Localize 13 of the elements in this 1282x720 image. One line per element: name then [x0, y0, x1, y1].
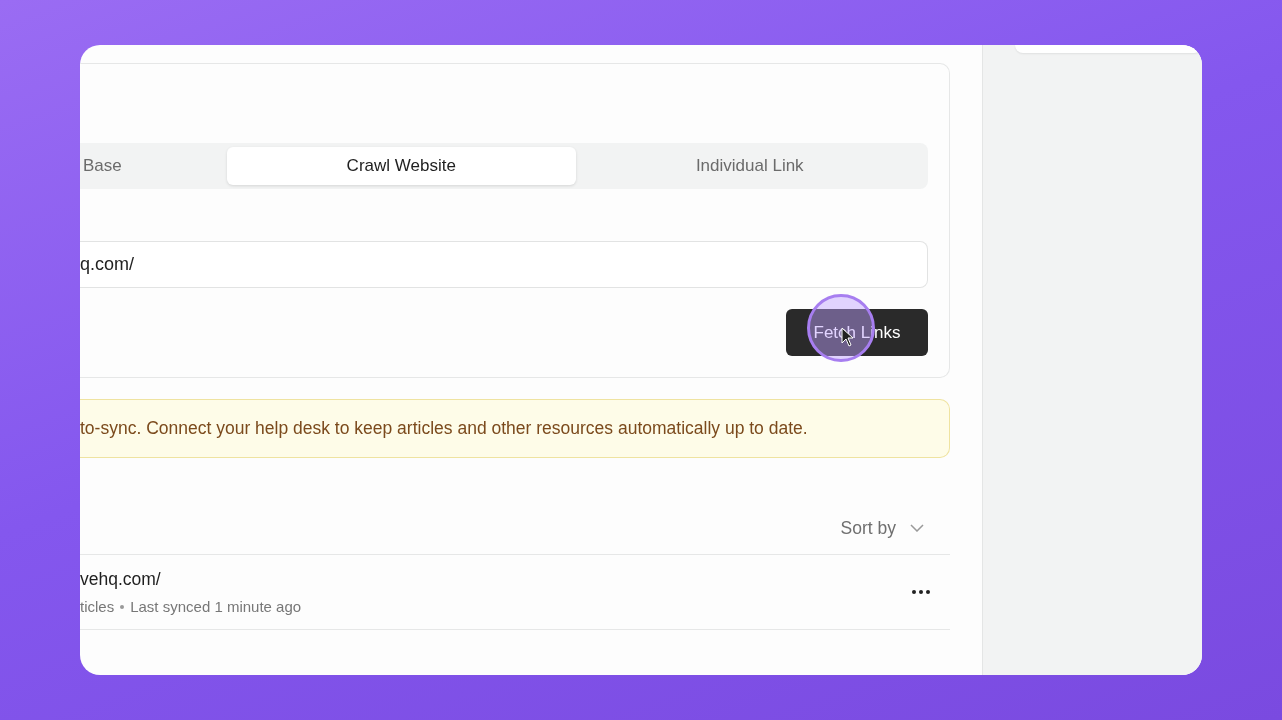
more-options-icon[interactable]: [912, 590, 930, 594]
chevron-down-icon[interactable]: [910, 524, 924, 532]
url-field[interactable]: q.com/: [80, 241, 928, 288]
tab[interactable]: Base: [80, 147, 227, 185]
source-url: vehq.com/: [80, 567, 162, 591]
bullet-icon: [120, 605, 125, 610]
source-row[interactable]: vehq.com/ ticles Last synced 1 minute ago: [80, 554, 950, 630]
source-meta: Last synced 1 minute ago: [130, 596, 302, 617]
sort-by-label[interactable]: Sort by: [840, 514, 896, 542]
source-meta: ticles: [80, 596, 115, 617]
tab[interactable]: Crawl Website: [227, 147, 576, 185]
notice-text: to-sync. Connect your help desk to keep articles and other resources automatically up to date.: [80, 417, 808, 441]
tab[interactable]: Individual Link: [575, 147, 924, 185]
